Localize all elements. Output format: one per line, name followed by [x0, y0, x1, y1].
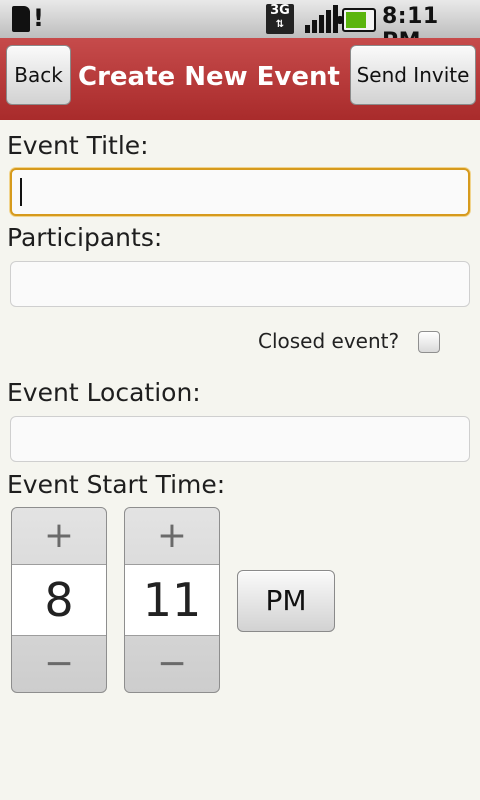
minute-increment-button[interactable]: + — [125, 508, 219, 565]
back-button[interactable]: Back — [6, 45, 71, 105]
page-title: Create New Event — [78, 62, 340, 92]
event-start-time-label: Event Start Time: — [7, 470, 226, 499]
minute-picker[interactable]: + 11 − — [124, 507, 220, 693]
sd-card-warning-icon — [12, 4, 44, 32]
hour-picker[interactable]: + 8 − — [11, 507, 107, 693]
event-title-label: Event Title: — [7, 131, 149, 160]
hour-increment-button[interactable]: + — [12, 508, 106, 565]
ampm-toggle-button[interactable]: PM — [237, 570, 335, 632]
minute-value[interactable]: 11 — [125, 565, 219, 635]
send-invite-button[interactable]: Send Invite — [350, 45, 476, 105]
network-3g-icon: 3G ⇅ — [266, 4, 294, 34]
participants-input[interactable] — [10, 261, 470, 307]
network-type-text: 3G — [270, 3, 290, 18]
closed-event-checkbox[interactable] — [418, 331, 440, 353]
text-caret — [20, 178, 22, 206]
status-bar: 3G⇅ 8:11 PM — [0, 0, 480, 54]
event-title-input[interactable] — [10, 168, 470, 216]
battery-charging-icon — [338, 8, 376, 32]
event-location-input[interactable] — [10, 416, 470, 462]
minute-decrement-button[interactable]: − — [125, 635, 219, 692]
closed-event-label: Closed event? — [258, 329, 400, 353]
title-bar: Back Create New Event Send Invite — [0, 38, 480, 120]
participants-label: Participants: — [7, 223, 163, 252]
hour-value[interactable]: 8 — [12, 565, 106, 635]
signal-icon — [305, 5, 338, 33]
event-location-label: Event Location: — [7, 378, 201, 407]
hour-decrement-button[interactable]: − — [12, 635, 106, 692]
